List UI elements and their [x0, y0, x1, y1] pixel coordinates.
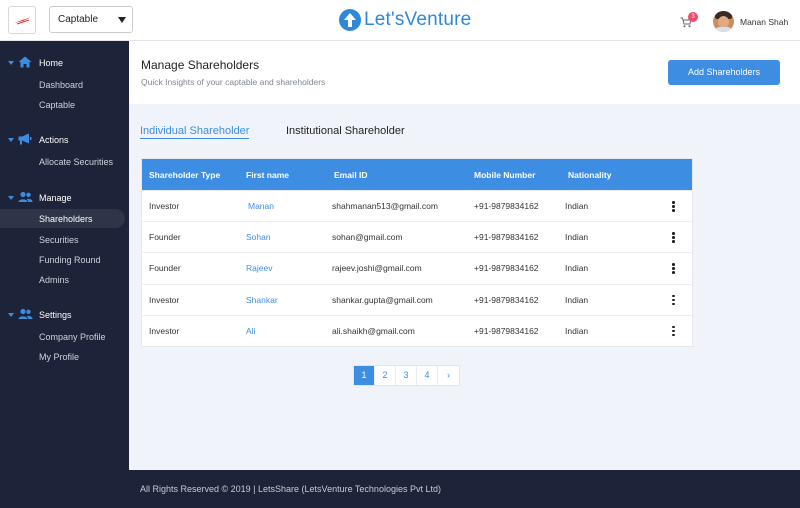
sidebar-section-label: Actions — [39, 135, 69, 145]
sidebar-item-shareholders[interactable]: Shareholders — [0, 209, 125, 228]
table-row[interactable]: Investor Ali ali.shaikh@gmail.com +91-98… — [142, 314, 692, 346]
cell-nationality: Indian — [565, 232, 589, 243]
table-row[interactable]: Investor Manan shahmanan513@gmail.com +9… — [142, 190, 692, 221]
cell-mobile: +91-9879834162 — [474, 263, 539, 274]
tab-institutional-shareholder[interactable]: Institutional Shareholder — [286, 125, 405, 137]
more-options-icon[interactable] — [672, 325, 676, 338]
sidebar-item-securities[interactable]: Securities — [39, 235, 79, 245]
brand-name: Let'sVenture — [364, 9, 472, 30]
cell-email: shahmanan513@gmail.com — [332, 201, 438, 211]
sidebar-item-my-profile[interactable]: My Profile — [39, 352, 79, 362]
chevron-down-icon — [118, 17, 126, 23]
sidebar-section-label: Settings — [39, 310, 72, 320]
cell-type: Founder — [149, 232, 181, 243]
sidebar-item-captable[interactable]: Captable — [39, 100, 75, 110]
sidebar: Home Dashboard Captable Actions Allocate… — [0, 41, 129, 508]
table-row[interactable]: Founder Sohan sohan@gmail.com +91-987983… — [142, 221, 692, 252]
users-icon — [18, 191, 33, 202]
table-header: Shareholder Type First name Email ID Mob… — [142, 159, 692, 190]
page-button-3[interactable]: 3 — [396, 366, 417, 385]
sidebar-item-allocate-securities[interactable]: Allocate Securities — [39, 157, 113, 167]
page-button-2[interactable]: 2 — [375, 366, 396, 385]
cell-nationality: Indian — [565, 201, 589, 211]
column-header[interactable]: Shareholder Type — [149, 170, 220, 180]
sidebar-item-label: Shareholders — [39, 214, 93, 224]
column-header[interactable]: Nationality — [568, 170, 611, 180]
more-options-icon[interactable] — [672, 232, 676, 244]
more-options-icon[interactable] — [672, 263, 676, 275]
add-shareholders-button[interactable]: Add Shareholders — [668, 60, 780, 85]
cell-nationality: Indian — [565, 325, 589, 336]
cell-nationality: Indian — [565, 294, 589, 305]
cell-mobile: +91-9879834162 — [474, 232, 539, 243]
avatar[interactable] — [713, 11, 734, 32]
sidebar-item-company-profile[interactable]: Company Profile — [39, 332, 106, 342]
sidebar-section-manage[interactable]: Manage — [8, 191, 128, 205]
top-bar: Captable Let'sVenture 3 Manan Shah — [0, 0, 800, 41]
more-options-icon[interactable] — [672, 294, 676, 307]
column-header[interactable]: Email ID — [334, 170, 368, 180]
cell-type: Investor — [149, 325, 180, 336]
shareholders-table: Shareholder Type First name Email ID Mob… — [141, 158, 693, 347]
tab-individual-shareholder[interactable]: Individual Shareholder — [140, 125, 250, 139]
company-select[interactable]: Captable — [49, 6, 133, 33]
cell-type: Founder — [149, 263, 181, 274]
cell-first-name[interactable]: Manan — [248, 201, 274, 211]
user-name[interactable]: Manan Shah — [740, 17, 788, 27]
column-header[interactable]: Mobile Number — [474, 170, 535, 180]
caret-down-icon — [8, 61, 14, 65]
page-header: Manage Shareholders Quick Insights of yo… — [129, 41, 800, 104]
footer: All Rights Reserved © 2019 | LetsShare (… — [129, 470, 800, 508]
cart-count-badge: 3 — [688, 12, 698, 22]
app-logo[interactable] — [8, 6, 36, 34]
cell-email: ali.shaikh@gmail.com — [332, 325, 415, 336]
cell-email: sohan@gmail.com — [332, 232, 403, 243]
cell-nationality: Indian — [565, 263, 589, 274]
sidebar-section-settings[interactable]: Settings — [8, 308, 128, 322]
cell-first-name[interactable]: Rajeev — [246, 263, 272, 273]
cell-email: rajeev.joshi@gmail.com — [332, 263, 422, 274]
caret-down-icon — [8, 313, 14, 317]
cell-mobile: +91-9879834162 — [474, 201, 539, 211]
column-header[interactable]: First name — [246, 170, 289, 180]
caret-down-icon — [8, 196, 14, 200]
table-row[interactable]: Founder Rajeev rajeev.joshi@gmail.com +9… — [142, 252, 692, 283]
cell-mobile: +91-9879834162 — [474, 325, 539, 336]
cell-first-name[interactable]: Shankar — [246, 295, 278, 305]
pagination: 1 2 3 4 › — [353, 365, 460, 386]
more-options-icon[interactable] — [672, 201, 676, 213]
sidebar-item-admins[interactable]: Admins — [39, 275, 69, 285]
megaphone-icon — [18, 133, 32, 145]
cell-first-name[interactable]: Ali — [246, 326, 255, 336]
sidebar-section-label: Manage — [39, 193, 72, 203]
page-title: Manage Shareholders — [141, 58, 260, 72]
logo-icon — [14, 17, 31, 25]
sidebar-item-dashboard[interactable]: Dashboard — [39, 80, 83, 90]
sidebar-section-home[interactable]: Home — [8, 56, 128, 70]
page-button-1[interactable]: 1 — [354, 366, 375, 385]
sidebar-section-actions[interactable]: Actions — [8, 133, 128, 147]
company-select-value: Captable — [58, 14, 99, 25]
caret-down-icon — [8, 138, 14, 142]
main-content: Manage Shareholders Quick Insights of yo… — [129, 41, 800, 470]
footer-text: All Rights Reserved © 2019 | LetsShare (… — [140, 484, 441, 494]
arrow-up-icon — [339, 9, 361, 31]
home-icon — [18, 56, 32, 68]
sidebar-section-label: Home — [39, 58, 64, 68]
page-subtitle: Quick Insights of your captable and shar… — [141, 77, 326, 87]
next-page-button[interactable]: › — [438, 366, 459, 385]
cell-type: Investor — [149, 201, 180, 211]
cell-type: Investor — [149, 294, 180, 305]
users-icon — [18, 308, 33, 319]
cell-mobile: +91-9879834162 — [474, 294, 539, 305]
table-row[interactable]: Investor Shankar shankar.gupta@gmail.com… — [142, 283, 692, 315]
cell-first-name[interactable]: Sohan — [246, 232, 271, 242]
cell-email: shankar.gupta@gmail.com — [332, 294, 433, 305]
page-button-4[interactable]: 4 — [417, 366, 438, 385]
sidebar-item-funding-round[interactable]: Funding Round — [39, 255, 101, 265]
